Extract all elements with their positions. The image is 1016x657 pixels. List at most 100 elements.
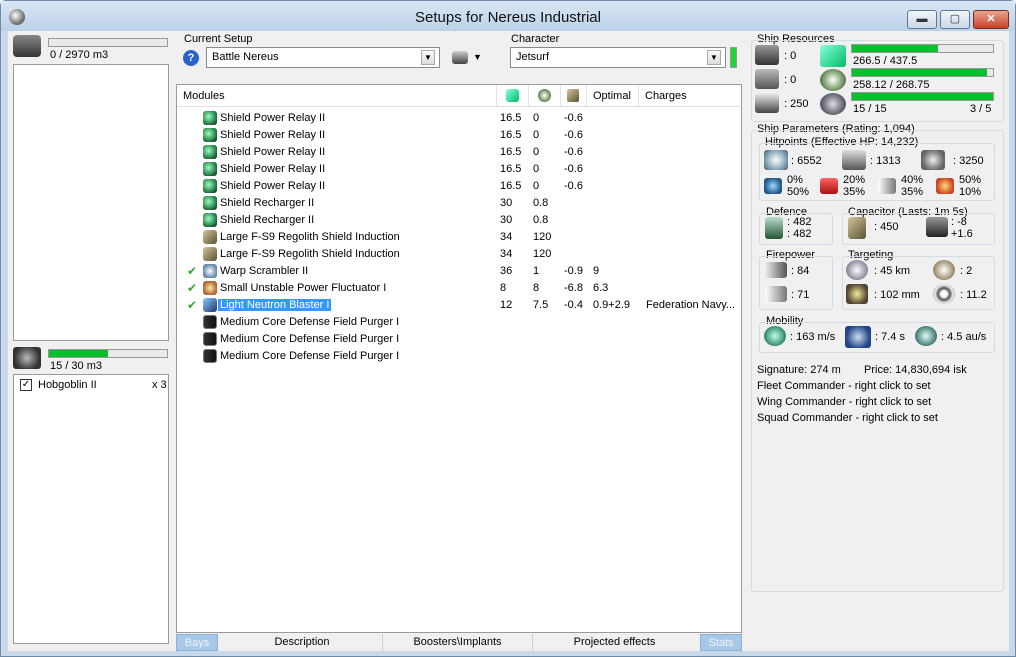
blaster-icon — [203, 298, 217, 312]
high-slot-icon — [755, 45, 779, 65]
setup-select[interactable]: Battle Nereus ▼ — [206, 47, 440, 68]
module-row[interactable]: Shield Recharger II 30 0.8 — [177, 195, 741, 212]
title-bar[interactable]: Setups for Nereus Industrial ▬ ▢ ✕ — [1, 1, 1015, 31]
module-row[interactable]: Shield Recharger II 30 0.8 — [177, 212, 741, 229]
shield-recharger-icon — [203, 196, 217, 210]
col-calibration[interactable] — [561, 85, 587, 107]
character-select[interactable]: Jetsurf ▼ — [510, 47, 726, 68]
character-status-indicator — [730, 47, 737, 68]
module-row[interactable]: Medium Core Defense Field Purger I — [177, 314, 741, 331]
shield-recharger-icon — [203, 213, 217, 227]
module-charges: Federation Navy... — [646, 299, 736, 311]
powergrid-value: 258.12 / 268.75 — [853, 79, 930, 91]
rig-slots-value: 3 / 5 — [970, 103, 992, 115]
module-row[interactable]: ✔ Small Unstable Power Fluctuator I 8 8 -6.8… — [177, 280, 741, 297]
col-modules[interactable]: Modules — [177, 85, 497, 107]
cargo-list[interactable] — [13, 64, 169, 341]
module-name: Shield Recharger II — [220, 197, 315, 209]
defence-value-b: : 482 — [787, 228, 812, 240]
hardpoint-value: : 250 — [784, 98, 809, 110]
mobility-warp: : 4.5 au/s — [941, 331, 987, 343]
cpu-bar — [851, 44, 994, 53]
tab-description[interactable]: Description — [222, 634, 382, 651]
rig-icon — [203, 332, 217, 346]
module-calibration: -6.8 — [564, 282, 583, 294]
cap-recharge-icon — [926, 217, 948, 237]
module-row[interactable]: ✔ Light Neutron Blaster I 12 7.5 -0.4 0.9+2.9… — [177, 297, 741, 314]
col-charges[interactable]: Charges — [639, 85, 741, 107]
module-row[interactable]: Shield Power Relay II 16.5 0 -0.6 — [177, 110, 741, 127]
max-targets-icon — [933, 260, 955, 280]
module-row[interactable]: Large F-S9 Regolith Shield Induction 34 12… — [177, 229, 741, 246]
active-check-icon: ✔ — [187, 264, 198, 278]
shield-relay-icon — [203, 145, 217, 159]
module-name: Medium Core Defense Field Purger I — [220, 333, 400, 345]
tab-projected[interactable]: Projected effects — [532, 634, 696, 651]
active-check-icon: ✔ — [187, 281, 198, 295]
module-row[interactable]: Shield Power Relay II 16.5 0 -0.6 — [177, 161, 741, 178]
module-row[interactable]: Large F-S9 Regolith Shield Induction 34 12… — [177, 246, 741, 263]
shield-relay-icon — [203, 128, 217, 142]
tab-boosters[interactable]: Boosters\Implants — [382, 634, 532, 651]
module-row[interactable]: Shield Power Relay II 16.5 0 -0.6 — [177, 178, 741, 195]
shield-relay-icon — [203, 162, 217, 176]
armor-hp-icon — [842, 150, 866, 170]
module-cpu: 30 — [500, 197, 513, 209]
module-name: Shield Recharger II — [220, 214, 315, 226]
setup-menu-button[interactable]: ▼ — [452, 50, 482, 66]
drone-checkbox[interactable]: ✓ — [20, 379, 32, 391]
em-resist-icon — [764, 178, 782, 194]
module-name: Light Neutron Blaster I — [218, 299, 332, 311]
turret-hardpoint-icon — [755, 93, 779, 113]
capacitor-value: : 450 — [874, 221, 899, 233]
cpu-icon — [506, 89, 519, 102]
module-row[interactable]: Medium Core Defense Field Purger I — [177, 331, 741, 348]
shield-extender-icon — [203, 247, 217, 261]
chevron-down-icon: ▼ — [707, 50, 721, 65]
module-cpu: 12 — [500, 299, 513, 311]
col-powergrid[interactable] — [529, 85, 561, 107]
shield-hp-icon — [764, 150, 788, 170]
wing-commander[interactable]: Wing Commander - right click to set — [757, 396, 931, 408]
module-calibration: -0.6 — [564, 180, 583, 192]
col-cpu[interactable] — [497, 85, 529, 107]
module-powergrid: 0 — [533, 163, 540, 175]
col-optimal[interactable]: Optimal — [587, 85, 639, 107]
tab-stats[interactable]: Stats — [700, 634, 742, 651]
module-row[interactable]: Shield Power Relay II 16.5 0 -0.6 — [177, 127, 741, 144]
mobility-align: : 7.4 s — [875, 331, 905, 343]
squad-commander[interactable]: Squad Commander - right click to set — [757, 412, 938, 424]
capacitor-recharge: +1.6 — [951, 228, 973, 240]
help-icon[interactable]: ? — [183, 50, 199, 66]
targeting-range: : 45 km — [874, 265, 911, 277]
module-row[interactable]: Medium Core Defense Field Purger I — [177, 348, 741, 365]
close-button[interactable]: ✕ — [973, 10, 1009, 29]
explosive-resist-icon — [936, 178, 954, 194]
firepower-volley: : 71 — [791, 289, 810, 301]
fleet-commander[interactable]: Fleet Commander - right click to set — [757, 380, 931, 392]
firepower-dps: : 84 — [791, 265, 810, 277]
drone-name: Hobgoblin II — [38, 379, 97, 391]
powergrid-icon — [538, 89, 551, 102]
maximize-button[interactable]: ▢ — [940, 10, 970, 29]
cargo-icon — [13, 35, 41, 57]
rig-icon — [203, 315, 217, 329]
drone-list[interactable]: ✓ Hobgoblin II x 3 — [13, 374, 169, 644]
power-fluctuator-icon — [203, 281, 217, 295]
targeting-range-icon — [846, 260, 868, 280]
calibration-icon — [567, 89, 579, 102]
calibration-bar — [851, 92, 994, 101]
module-row[interactable]: ✔ Warp Scrambler II 36 1 -0.9 9 — [177, 263, 741, 280]
dps-icon — [765, 262, 787, 278]
med-slot-icon — [755, 69, 779, 89]
modules-grid[interactable]: Modules Optimal Charges Shield Power Rel… — [176, 84, 742, 633]
signature-value: Signature: 274 m — [757, 364, 841, 376]
calibration-value: 15 / 15 — [853, 103, 887, 115]
thermal-resist-shield: 20% — [843, 174, 866, 186]
mobility-speed: : 163 m/s — [790, 331, 836, 343]
module-cpu: 16.5 — [500, 129, 522, 141]
minimize-button[interactable]: ▬ — [907, 10, 937, 29]
tab-bays[interactable]: Bays — [176, 634, 218, 651]
module-powergrid: 0 — [533, 146, 540, 158]
module-row[interactable]: Shield Power Relay II 16.5 0 -0.6 — [177, 144, 741, 161]
